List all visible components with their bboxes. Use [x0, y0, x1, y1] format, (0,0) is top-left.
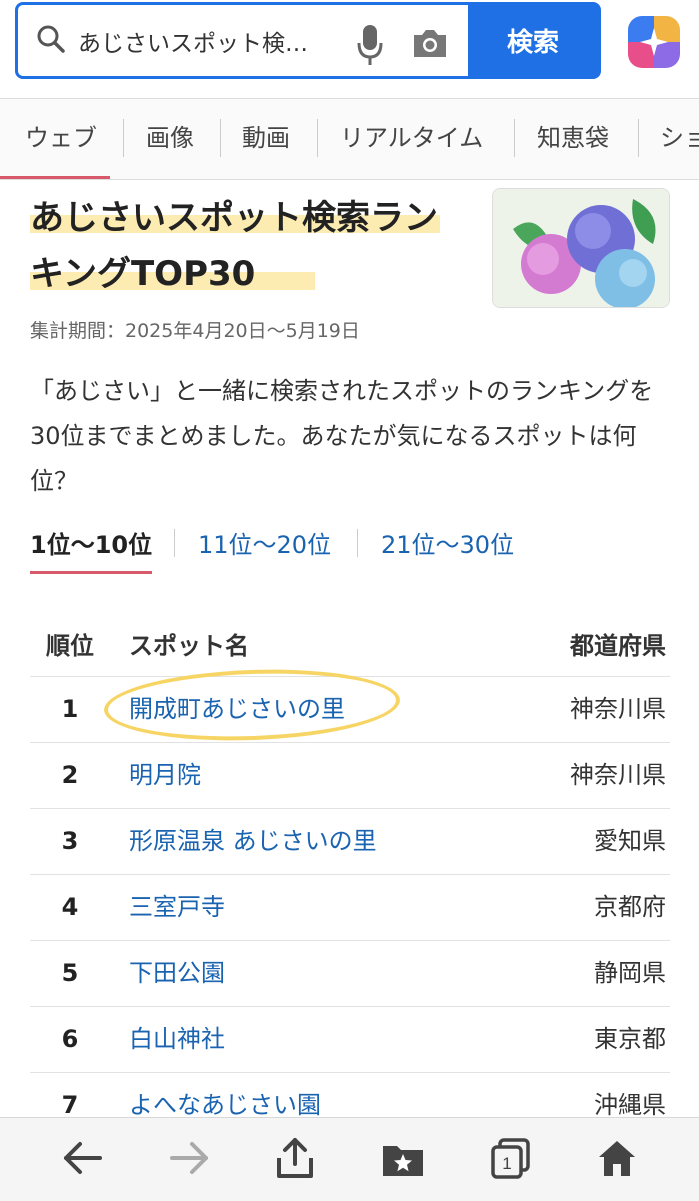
rank-number: 6: [61, 1025, 79, 1053]
prefecture: 神奈川県: [570, 761, 666, 789]
table-row: 2 明月院 神奈川県: [30, 743, 670, 809]
tab-divider: [123, 119, 124, 157]
bookmark-folder-icon[interactable]: [381, 1138, 425, 1182]
tab-web[interactable]: ウェブ: [25, 99, 97, 179]
rank-number: 5: [61, 959, 79, 987]
rank-number: 1: [61, 695, 79, 723]
share-icon[interactable]: [275, 1136, 315, 1184]
page-title: あじさいスポット検索ランキングTOP30: [30, 198, 438, 294]
tab-divider: [514, 119, 515, 157]
spot-link[interactable]: 形原温泉 あじさいの里: [129, 809, 377, 874]
camera-icon[interactable]: [411, 27, 449, 63]
category-tabs: ウェブ 画像 動画 リアルタイム 知恵袋 ショ: [0, 98, 699, 180]
tab-divider: [317, 119, 318, 157]
tab-chiebukuro[interactable]: 知恵袋: [537, 99, 609, 179]
prefecture: 静岡県: [594, 959, 666, 987]
back-arrow-icon[interactable]: [62, 1138, 104, 1182]
prefecture: 京都府: [594, 893, 666, 921]
tab-images[interactable]: 画像: [146, 99, 194, 179]
range-tab-1-10[interactable]: 1位～10位: [30, 525, 152, 560]
rank-number: 2: [61, 761, 79, 789]
header-prefecture: 都道府県: [570, 632, 666, 660]
rank-number: 3: [61, 827, 79, 855]
search-icon: [36, 24, 66, 58]
table-row: 5 下田公園 静岡県: [30, 941, 670, 1007]
tab-divider: [220, 119, 221, 157]
table-row: 4 三室戸寺 京都府: [30, 875, 670, 941]
header-rank: 順位: [46, 632, 94, 660]
prefecture: 愛知県: [594, 827, 666, 855]
search-bar: あじさいスポット検… 検索: [15, 2, 601, 79]
range-tab-21-30[interactable]: 21位～30位: [381, 525, 514, 560]
active-tab-indicator: [0, 176, 110, 179]
prefecture: 神奈川県: [570, 695, 666, 723]
search-button[interactable]: 検索: [468, 5, 598, 76]
article-description: 「あじさい」と一緒に検索されたスポットのランキングを30位までまとめました。あな…: [30, 377, 654, 495]
spot-link[interactable]: 下田公園: [129, 941, 225, 1006]
search-input[interactable]: あじさいスポット検…: [78, 24, 328, 58]
prefecture: 東京都: [594, 1025, 666, 1053]
range-tab-11-20[interactable]: 11位～20位: [198, 525, 331, 560]
tab-count: 1: [502, 1154, 511, 1173]
header-spot-name: スポット名: [129, 632, 249, 660]
tab-videos[interactable]: 動画: [242, 99, 290, 179]
forward-arrow-icon[interactable]: [168, 1138, 210, 1182]
table-row: 6 白山神社 東京都: [30, 1007, 670, 1073]
aggregation-period: 集計期間：2025年4月20日～5月19日: [30, 320, 360, 342]
spot-link[interactable]: 三室戸寺: [129, 875, 225, 940]
rank-number: 4: [61, 893, 79, 921]
microphone-icon[interactable]: [356, 23, 384, 71]
ai-assistant-icon[interactable]: [628, 16, 680, 68]
browser-toolbar: 1: [0, 1117, 699, 1201]
hydrangea-thumbnail[interactable]: [492, 188, 670, 308]
search-field[interactable]: あじさいスポット検…: [18, 5, 468, 76]
active-range-indicator: [30, 571, 152, 574]
table-header: 順位 スポット名 都道府県: [30, 613, 670, 677]
range-tab-divider: [174, 529, 175, 557]
tab-divider: [638, 119, 639, 157]
table-row: 3 形原温泉 あじさいの里 愛知県: [30, 809, 670, 875]
range-tab-divider: [357, 529, 358, 557]
spot-link[interactable]: 白山神社: [129, 1007, 225, 1072]
tab-shopping[interactable]: ショ: [660, 99, 699, 179]
spot-link[interactable]: 明月院: [129, 743, 201, 808]
home-icon[interactable]: [596, 1138, 638, 1182]
tab-realtime[interactable]: リアルタイム: [340, 99, 483, 179]
tabs-icon[interactable]: 1: [490, 1138, 532, 1184]
